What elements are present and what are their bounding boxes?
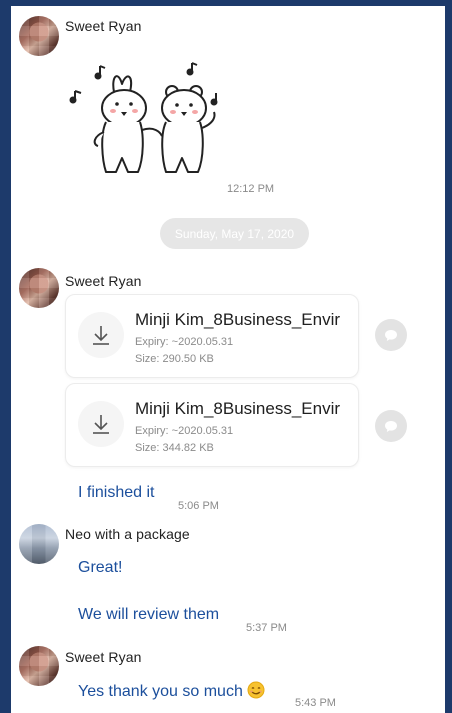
download-icon	[93, 415, 109, 434]
message-text[interactable]: We will review them	[78, 606, 219, 624]
message-time: 5:06 PM	[178, 500, 219, 512]
avatar[interactable]	[19, 16, 59, 56]
file-name: Minji Kim_8Business_Envir	[135, 399, 341, 418]
chat-window: Sweet Ryan 12:12 PM Sunday, May 17, 2020…	[11, 6, 445, 713]
download-button[interactable]	[78, 401, 124, 447]
share-button[interactable]	[375, 319, 407, 351]
smile-emoji-icon	[247, 681, 265, 699]
sender-name: Sweet Ryan	[65, 273, 142, 289]
sender-name: Sweet Ryan	[65, 18, 142, 34]
file-expiry: Expiry: ~2020.05.31	[135, 336, 234, 348]
avatar[interactable]	[19, 524, 59, 564]
file-expiry: Expiry: ~2020.05.31	[135, 425, 234, 437]
avatar[interactable]	[19, 646, 59, 686]
message-time: 5:37 PM	[246, 622, 287, 634]
bear-bunny-sticker[interactable]	[66, 62, 226, 182]
avatar[interactable]	[19, 268, 59, 308]
message-text-content: Yes thank you so much	[78, 683, 243, 700]
message-text[interactable]: Yes thank you so much	[78, 681, 265, 701]
date-separator: Sunday, May 17, 2020	[160, 218, 309, 249]
file-name: Minji Kim_8Business_Envir	[135, 310, 341, 329]
sender-name: Neo with a package	[65, 526, 190, 542]
file-size: Size: 290.50 KB	[135, 353, 214, 365]
message-text[interactable]: Great!	[78, 559, 122, 577]
file-size: Size: 344.82 KB	[135, 442, 214, 454]
share-button[interactable]	[375, 410, 407, 442]
download-button[interactable]	[78, 312, 124, 358]
file-attachment[interactable]: Minji Kim_8Business_Envir Expiry: ~2020.…	[65, 294, 359, 378]
message-time: 5:43 PM	[295, 697, 336, 709]
message-text[interactable]: I finished it	[78, 484, 154, 502]
download-icon	[93, 326, 109, 345]
file-attachment[interactable]: Minji Kim_8Business_Envir Expiry: ~2020.…	[65, 383, 359, 467]
chat-bubble-icon	[385, 420, 397, 432]
message-time: 12:12 PM	[227, 183, 275, 195]
sender-name: Sweet Ryan	[65, 649, 142, 665]
chat-bubble-icon	[385, 329, 397, 341]
